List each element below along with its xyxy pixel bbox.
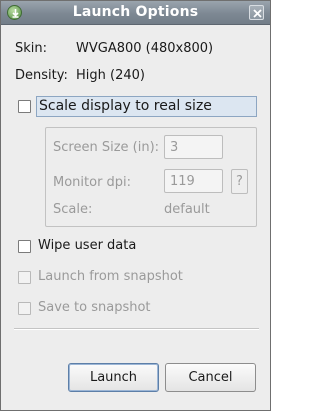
scale-label: Scale:: [53, 202, 93, 217]
save-to-snapshot-checkbox[interactable]: [18, 302, 31, 315]
screen-size-label: Screen Size (in):: [53, 140, 160, 155]
scale-display-checkbox[interactable]: [18, 100, 31, 113]
cancel-button[interactable]: Cancel: [165, 363, 256, 392]
separator: [14, 328, 259, 330]
screen-size-input[interactable]: 3: [164, 135, 223, 159]
monitor-dpi-label: Monitor dpi:: [53, 175, 132, 190]
title-bar[interactable]: Launch Options: [1, 1, 270, 25]
scale-display-option[interactable]: Scale display to real size: [36, 96, 257, 117]
wipe-user-data-label[interactable]: Wipe user data: [38, 238, 136, 253]
skin-value: WVGA800 (480x800): [76, 41, 214, 56]
density-label: Density:: [15, 68, 68, 83]
save-to-snapshot-label[interactable]: Save to snapshot: [38, 300, 151, 315]
launch-from-snapshot-checkbox[interactable]: [18, 271, 31, 284]
skin-label: Skin:: [15, 41, 48, 56]
launch-button[interactable]: Launch: [68, 363, 159, 392]
dpi-help-button[interactable]: ?: [231, 169, 248, 194]
monitor-dpi-input[interactable]: 119: [164, 169, 223, 193]
wipe-user-data-checkbox[interactable]: [18, 240, 31, 253]
window-title: Launch Options: [72, 4, 199, 20]
density-value: High (240): [76, 68, 145, 83]
launch-options-dialog: Launch Options Skin: WVGA800 (480x800) D…: [0, 0, 271, 411]
launch-from-snapshot-label[interactable]: Launch from snapshot: [38, 269, 183, 284]
scale-display-label: Scale display to real size: [39, 98, 212, 114]
scale-value: default: [164, 202, 210, 217]
close-icon[interactable]: [249, 5, 264, 20]
